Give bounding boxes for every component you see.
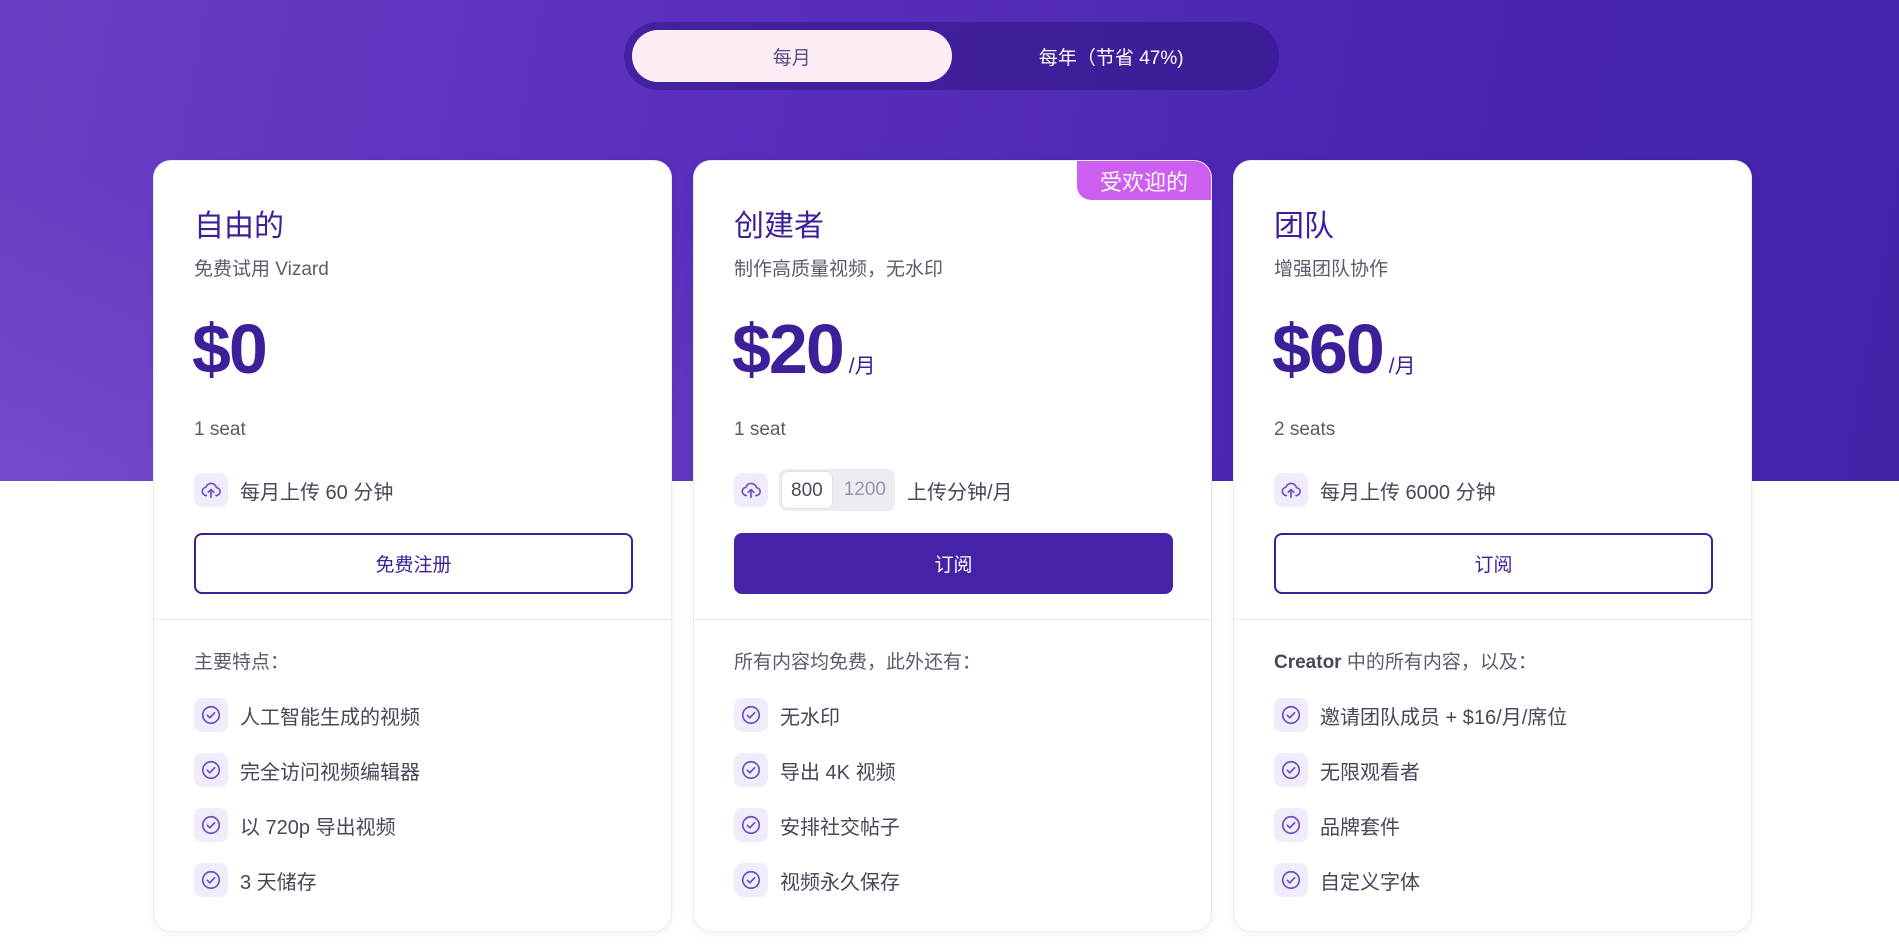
features-title-bold: Creator <box>1274 652 1342 673</box>
feature-text: 完全访问视频编辑器 <box>240 761 420 784</box>
features-title: Creator 中的所有内容，以及： <box>1274 647 1537 674</box>
plan-description: 免费试用 Vizard <box>194 259 329 280</box>
cloud-upload-icon <box>1274 473 1308 507</box>
toggle-yearly[interactable]: 每年（节省 47%) <box>952 30 1272 82</box>
check-circle-icon <box>1274 753 1308 787</box>
check-circle-icon <box>734 863 768 897</box>
plan-description: 增强团队协作 <box>1274 259 1389 280</box>
feature-text: 无水印 <box>780 706 840 729</box>
subscribe-team-button[interactable]: 订阅 <box>1274 533 1713 594</box>
feature-text: 3 天储存 <box>240 871 317 894</box>
feature-text: 自定义字体 <box>1320 871 1420 894</box>
cloud-upload-icon <box>734 473 768 507</box>
plan-price: $60 <box>1272 310 1385 388</box>
list-item: 视频永久保存 <box>734 862 900 898</box>
feature-text: 安排社交帖子 <box>780 816 900 839</box>
plan-seats: 1 seat <box>734 419 786 440</box>
check-circle-icon <box>194 698 228 732</box>
popular-badge: 受欢迎的 <box>1077 161 1211 200</box>
feature-text: 无限观看者 <box>1320 761 1420 784</box>
cloud-upload-icon <box>194 473 228 507</box>
list-item: 邀请团队成员 + $16/月/席位 <box>1274 697 1567 733</box>
upload-row: 每月上传 60 分钟 <box>194 469 393 511</box>
feature-text: 视频永久保存 <box>780 871 900 894</box>
minutes-option-1200[interactable]: 1200 <box>835 471 895 509</box>
price-row: $60 /月 <box>1272 309 1416 389</box>
minutes-option-800[interactable]: 800 <box>781 471 833 509</box>
check-circle-icon <box>1274 698 1308 732</box>
feature-list: 人工智能生成的视频 完全访问视频编辑器 以 720p 导出视频 3 天储存 <box>194 697 420 917</box>
plan-card-creator: 受欢迎的 创建者 制作高质量视频，无水印 $20 /月 1 seat 800 1… <box>693 160 1212 932</box>
plan-seats: 1 seat <box>194 419 246 440</box>
plan-card-free: 自由的 免费试用 Vizard $0 1 seat 每月上传 60 分钟 免费注… <box>153 160 672 932</box>
price-row: $0 <box>192 309 268 389</box>
check-circle-icon <box>194 863 228 897</box>
check-circle-icon <box>734 808 768 842</box>
check-circle-icon <box>1274 808 1308 842</box>
features-title: 所有内容均免费，此外还有： <box>734 652 982 673</box>
list-item: 3 天储存 <box>194 862 420 898</box>
price-period: /月 <box>848 355 876 378</box>
divider <box>154 619 671 620</box>
feature-text: 人工智能生成的视频 <box>240 706 420 729</box>
list-item: 人工智能生成的视频 <box>194 697 420 733</box>
feature-text: 品牌套件 <box>1320 816 1400 839</box>
feature-text: 以 720p 导出视频 <box>240 816 396 839</box>
check-circle-icon <box>734 753 768 787</box>
check-circle-icon <box>734 698 768 732</box>
list-item: 无限观看者 <box>1274 752 1567 788</box>
list-item: 安排社交帖子 <box>734 807 900 843</box>
plan-seats: 2 seats <box>1274 419 1336 440</box>
features-title-rest: 中的所有内容，以及： <box>1341 652 1537 673</box>
plan-price: $20 <box>732 310 845 388</box>
feature-list: 邀请团队成员 + $16/月/席位 无限观看者 品牌套件 自定义字体 <box>1274 697 1567 917</box>
divider <box>1234 619 1751 620</box>
plan-price: $0 <box>192 310 268 388</box>
feature-text: 导出 4K 视频 <box>780 761 896 784</box>
subscribe-creator-button[interactable]: 订阅 <box>734 533 1173 594</box>
plan-card-team: 团队 增强团队协作 $60 /月 2 seats 每月上传 6000 分钟 订阅… <box>1233 160 1752 932</box>
check-circle-icon <box>194 808 228 842</box>
minutes-selector: 800 1200 <box>779 469 895 511</box>
upload-limit: 每月上传 60 分钟 <box>240 481 394 504</box>
list-item: 无水印 <box>734 697 900 733</box>
divider <box>694 619 1211 620</box>
billing-toggle: 每月 每年（节省 47%) <box>624 22 1279 90</box>
plan-description: 制作高质量视频，无水印 <box>734 259 944 280</box>
upload-limit: 每月上传 6000 分钟 <box>1320 481 1496 504</box>
toggle-monthly[interactable]: 每月 <box>632 30 952 82</box>
feature-list: 无水印 导出 4K 视频 安排社交帖子 视频永久保存 <box>734 697 900 917</box>
price-row: $20 /月 <box>732 309 876 389</box>
check-circle-icon <box>1274 863 1308 897</box>
price-period: /月 <box>1388 355 1416 378</box>
plan-name: 团队 <box>1274 210 1334 243</box>
list-item: 自定义字体 <box>1274 862 1567 898</box>
upload-suffix: 上传分钟/月 <box>906 481 1013 504</box>
list-item: 完全访问视频编辑器 <box>194 752 420 788</box>
free-signup-button[interactable]: 免费注册 <box>194 533 633 594</box>
plan-name: 自由的 <box>194 210 284 243</box>
upload-row: 800 1200 上传分钟/月 <box>734 469 1013 511</box>
list-item: 品牌套件 <box>1274 807 1567 843</box>
plan-name: 创建者 <box>734 210 824 243</box>
upload-row: 每月上传 6000 分钟 <box>1274 469 1496 511</box>
features-title: 主要特点： <box>194 652 290 673</box>
list-item: 导出 4K 视频 <box>734 752 900 788</box>
check-circle-icon <box>194 753 228 787</box>
feature-text: 邀请团队成员 + $16/月/席位 <box>1320 706 1568 729</box>
list-item: 以 720p 导出视频 <box>194 807 420 843</box>
